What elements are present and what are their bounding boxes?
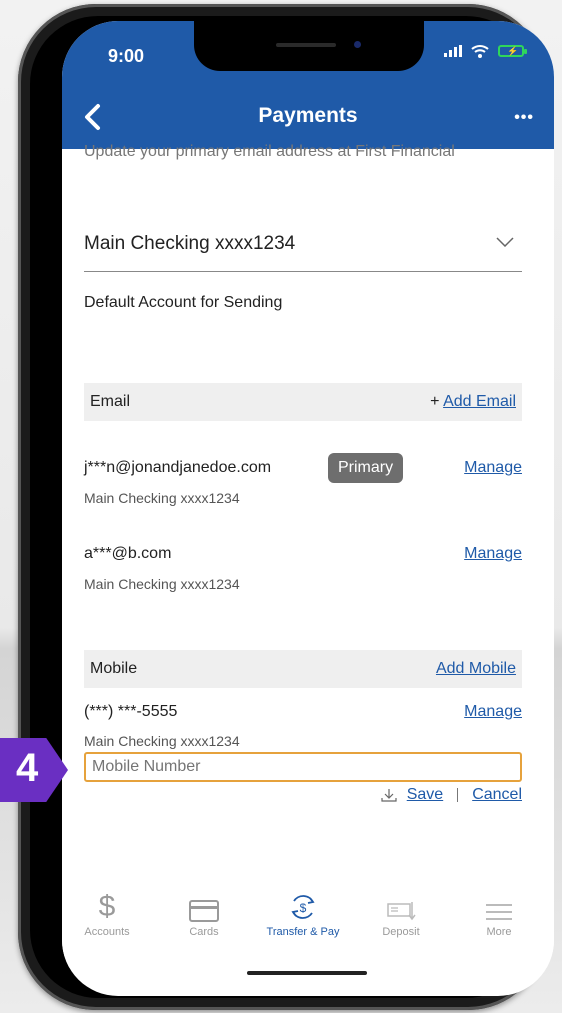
signal-icon bbox=[444, 45, 462, 57]
tab-cards-label: Cards bbox=[189, 926, 219, 938]
email-account-2: Main Checking xxxx1234 bbox=[84, 576, 240, 592]
card-icon bbox=[189, 900, 219, 922]
divider bbox=[457, 788, 459, 802]
add-mobile: Add Mobile bbox=[436, 660, 516, 678]
add-email-link[interactable]: Add Email bbox=[443, 393, 516, 410]
default-account-label: Default Account for Sending bbox=[84, 294, 283, 311]
more-options-icon[interactable]: ••• bbox=[514, 109, 534, 127]
email-address-1: j***n@jonandjanedoe.com bbox=[84, 459, 272, 476]
account-select[interactable]: Main Checking xxxx1234 bbox=[84, 233, 522, 272]
manage-mobile-1-link[interactable]: Manage bbox=[464, 703, 522, 721]
email-section-label: Email bbox=[90, 393, 131, 410]
deposit-icon bbox=[387, 902, 416, 921]
tab-cards[interactable]: Cards bbox=[159, 888, 249, 938]
manage-email-1-link[interactable]: Manage bbox=[464, 459, 522, 477]
mobile-number-1: (***) ***-5555 bbox=[84, 703, 178, 720]
home-indicator bbox=[247, 971, 367, 975]
app-header: 9:00 ⚡ Payments ••• bbox=[62, 21, 554, 149]
manage-email-2-link[interactable]: Manage bbox=[464, 545, 522, 563]
status-time: 9:00 bbox=[108, 46, 145, 66]
page-title: Payments bbox=[258, 104, 358, 127]
email-section-header: Email + Add Email bbox=[84, 383, 522, 421]
step-number: 4 bbox=[16, 746, 39, 790]
battery-icon: ⚡ bbox=[498, 45, 527, 57]
chevron-down-icon bbox=[496, 237, 514, 247]
mobile-number-input[interactable] bbox=[84, 752, 522, 782]
download-icon bbox=[381, 789, 397, 802]
intro-text: Update your primary email address at Fir… bbox=[84, 143, 455, 160]
primary-badge: Primary bbox=[328, 453, 404, 483]
dollar-icon: $ bbox=[98, 890, 116, 923]
notch bbox=[194, 21, 424, 71]
bottom-tab-bar: $ Accounts Cards $ Transfer & Pay Deposi… bbox=[62, 888, 554, 968]
account-select-value: Main Checking xxxx1234 bbox=[84, 233, 296, 254]
save-button[interactable]: Save bbox=[407, 786, 443, 804]
menu-icon bbox=[486, 904, 512, 920]
tab-more[interactable]: More bbox=[454, 888, 544, 938]
cancel-button[interactable]: Cancel bbox=[472, 786, 522, 804]
tab-transfer-pay[interactable]: $ Transfer & Pay bbox=[258, 888, 348, 938]
tab-accounts-label: Accounts bbox=[84, 926, 130, 938]
transfer-pay-icon: $ bbox=[291, 895, 315, 919]
tab-more-label: More bbox=[486, 926, 512, 938]
phone-screen: 9:00 ⚡ Payments ••• Update your primary … bbox=[62, 21, 554, 996]
speaker bbox=[276, 43, 336, 47]
email-address-2: a***@b.com bbox=[84, 545, 172, 562]
mobile-section-label: Mobile bbox=[90, 660, 138, 677]
tab-accounts[interactable]: $ Accounts bbox=[62, 888, 152, 939]
phone-frame: 9:00 ⚡ Payments ••• Update your primary … bbox=[18, 4, 554, 1010]
tab-deposit[interactable]: Deposit bbox=[356, 888, 446, 938]
camera bbox=[354, 41, 361, 48]
add-email-prefix: + bbox=[430, 393, 444, 410]
tab-transfer-pay-label: Transfer & Pay bbox=[266, 926, 340, 938]
svg-text:$: $ bbox=[300, 901, 307, 915]
mobile-section-header: Mobile Add Mobile bbox=[84, 650, 522, 688]
mobile-account-1: Main Checking xxxx1234 bbox=[84, 733, 240, 749]
add-email: + Add Email bbox=[430, 393, 516, 411]
add-mobile-link[interactable]: Add Mobile bbox=[436, 660, 516, 677]
mobile-form-actions: Save Cancel bbox=[381, 786, 522, 804]
email-account-1: Main Checking xxxx1234 bbox=[84, 490, 240, 506]
wifi-icon bbox=[471, 45, 489, 58]
tab-deposit-label: Deposit bbox=[382, 926, 420, 938]
status-icons: ⚡ bbox=[444, 43, 527, 59]
